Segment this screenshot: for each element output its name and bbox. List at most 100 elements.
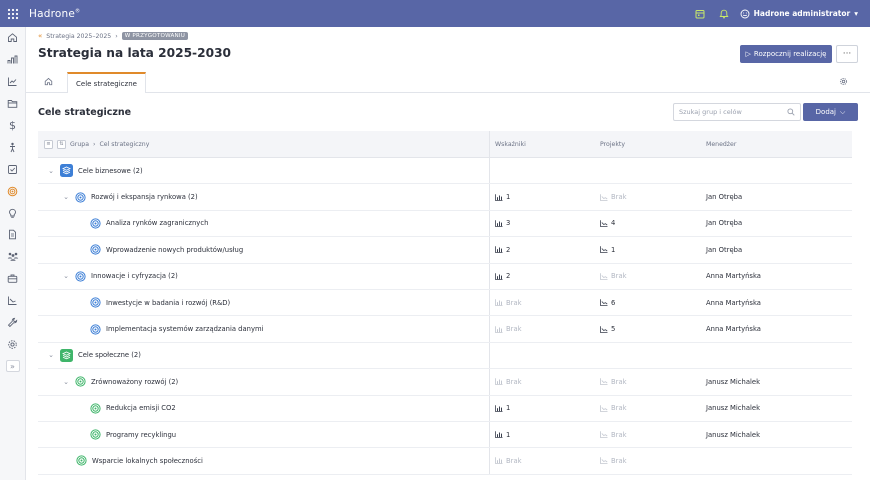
projects-cell[interactable]: Brak xyxy=(600,378,627,386)
add-button[interactable]: Dodaj ⌵ xyxy=(803,103,858,121)
line-chart-icon xyxy=(600,405,608,412)
table-row[interactable]: ⌄ Rozwój i ekspansja rynkowa (2) 1 Brak Jan … xyxy=(38,184,852,211)
expand-sidebar-button[interactable]: » xyxy=(5,360,20,373)
target-icon xyxy=(90,429,101,440)
manager-cell: Janusz Michalek xyxy=(706,377,761,386)
breadcrumb-separator: › xyxy=(115,32,118,40)
column-divider xyxy=(489,421,490,448)
start-realization-button[interactable]: ▷ Rozpocznij realizację xyxy=(740,45,832,63)
row-label[interactable]: Zrównoważony rozwój (2) xyxy=(91,378,178,386)
projects-value: Brak xyxy=(611,404,627,413)
row-label[interactable]: Innowacje i cyfryzacja (2) xyxy=(91,272,178,280)
group-row[interactable]: ⌄ Cele biznesowe (2) xyxy=(38,158,852,185)
table-row[interactable]: Redukcja emisji CO2 1 Brak Janusz Michalek xyxy=(38,395,852,422)
expand-chevron-icon[interactable]: ⌄ xyxy=(62,378,70,386)
indicators-cell[interactable]: Brak xyxy=(495,457,522,465)
indicators-cell[interactable]: 1 xyxy=(495,431,510,439)
apps-grid-icon[interactable] xyxy=(0,0,26,27)
indicators-cell[interactable]: 3 xyxy=(495,219,510,227)
projects-cell[interactable]: 4 xyxy=(600,219,615,227)
projects-value: 6 xyxy=(611,298,616,307)
app-logo[interactable]: Hadrone® xyxy=(29,8,80,20)
row-label[interactable]: Programy recyklingu xyxy=(106,431,176,439)
briefcase-icon[interactable] xyxy=(0,268,25,290)
row-label[interactable]: Wprowadzenie nowych produktów/usług xyxy=(106,246,243,254)
column-divider xyxy=(489,210,490,237)
dollar-icon[interactable]: $ xyxy=(0,115,25,137)
more-button[interactable]: ··· xyxy=(836,45,858,63)
column-divider xyxy=(489,237,490,263)
lightbulb-icon[interactable] xyxy=(0,202,25,224)
checklist-icon[interactable] xyxy=(0,158,25,180)
expand-chevron-icon[interactable]: ⌄ xyxy=(47,351,55,359)
expand-chevron-icon[interactable]: ⌄ xyxy=(62,272,70,280)
table-row[interactable]: Implementacja systemów zarządzania danym… xyxy=(38,316,852,343)
target-icon xyxy=(76,455,87,467)
indicators-cell[interactable]: 2 xyxy=(495,272,510,280)
bar-chart-icon xyxy=(495,325,503,333)
row-label[interactable]: Rozwój i ekspansja rynkowa (2) xyxy=(91,193,198,201)
team-icon[interactable] xyxy=(0,246,25,268)
indicators-cell[interactable]: 1 xyxy=(495,193,510,201)
row-label[interactable]: Cele społeczne (2) xyxy=(78,351,141,359)
table-row[interactable]: Wsparcie lokalnych społeczności Brak Brak xyxy=(38,448,852,475)
column-divider xyxy=(489,342,490,369)
indicators-cell[interactable]: 1 xyxy=(495,404,510,412)
collapse-all-toggle[interactable]: ≡ xyxy=(44,139,53,149)
col-indicators: Wskaźniki xyxy=(495,140,526,148)
back-arrow-icon[interactable]: « xyxy=(38,32,42,40)
row-label[interactable]: Implementacja systemów zarządzania danym… xyxy=(106,325,264,333)
home-icon[interactable] xyxy=(0,27,25,49)
indicators-cell[interactable]: Brak xyxy=(495,299,522,307)
row-label[interactable]: Cele biznesowe (2) xyxy=(78,167,143,175)
projects-cell[interactable]: 6 xyxy=(600,299,615,307)
dashboard-icon[interactable] xyxy=(0,49,25,71)
projects-cell[interactable]: Brak xyxy=(600,404,627,412)
breadcrumb-parent[interactable]: Strategia 2025–2025 xyxy=(46,33,111,40)
table-row[interactable]: Wprowadzenie nowych produktów/usług 2 1 Jan… xyxy=(38,237,852,264)
expand-all-toggle[interactable]: ⇅ xyxy=(57,139,66,149)
settings-icon[interactable] xyxy=(0,333,25,355)
page-title: Strategia na lata 2025-2030 xyxy=(38,46,232,60)
line-chart-icon xyxy=(600,431,608,438)
person-icon[interactable] xyxy=(0,136,25,158)
indicators-cell[interactable]: Brak xyxy=(495,378,522,386)
group-row[interactable]: ⌄ Cele społeczne (2) xyxy=(38,342,852,370)
document-icon[interactable] xyxy=(0,224,25,246)
user-menu[interactable]: Hadrone administrator ▾ xyxy=(740,9,858,19)
chart-line-icon[interactable] xyxy=(0,290,25,312)
chart-icon[interactable] xyxy=(0,71,25,93)
table-row[interactable]: Programy recyklingu 1 Brak Janusz Michalek xyxy=(38,421,852,449)
row-name-cell: Inwestycje w badania i rozwój (R&D) xyxy=(90,297,230,308)
projects-cell[interactable]: Brak xyxy=(600,431,627,439)
tab-strategic-goals[interactable]: Cele strategiczne xyxy=(67,72,146,93)
top-bar: Hadrone® Hadrone administrator ▾ xyxy=(0,0,870,27)
search-input[interactable]: Szukaj grup i celów xyxy=(673,103,801,121)
table-row[interactable]: Inwestycje w badania i rozwój (R&D) Brak 6… xyxy=(38,289,852,317)
row-label[interactable]: Inwestycje w badania i rozwój (R&D) xyxy=(106,299,230,307)
projects-cell[interactable]: Brak xyxy=(600,457,627,465)
indicators-cell[interactable]: Brak xyxy=(495,325,522,333)
expand-chevron-icon[interactable]: ⌄ xyxy=(62,193,70,201)
row-label[interactable]: Redukcja emisji CO2 xyxy=(106,404,176,412)
bell-icon[interactable] xyxy=(712,9,736,19)
projects-cell[interactable]: 5 xyxy=(600,325,615,333)
projects-cell[interactable]: 1 xyxy=(600,246,615,254)
row-label[interactable]: Analiza rynków zagranicznych xyxy=(106,219,208,227)
row-label[interactable]: Wsparcie lokalnych społeczności xyxy=(92,457,203,465)
folder-icon[interactable] xyxy=(0,93,25,115)
manager-cell: Anna Martyńska xyxy=(706,272,761,281)
projects-cell[interactable]: Brak xyxy=(600,272,627,280)
gear-icon[interactable] xyxy=(839,77,848,88)
target-icon[interactable] xyxy=(0,180,25,202)
table-row[interactable]: Analiza rynków zagranicznych 3 4 Jan Otręba xyxy=(38,210,852,238)
tab-home-icon[interactable] xyxy=(44,77,53,88)
table-row[interactable]: ⌄ Zrównoważony rozwój (2) Brak Brak Janusz M… xyxy=(38,369,852,396)
projects-cell[interactable]: Brak xyxy=(600,193,627,201)
indicators-cell[interactable]: 2 xyxy=(495,246,510,254)
indicators-value: Brak xyxy=(506,325,522,334)
table-row[interactable]: ⌄ Innowacje i cyfryzacja (2) 2 Brak Anna Mar… xyxy=(38,263,852,290)
calendar-icon[interactable] xyxy=(688,9,712,19)
expand-chevron-icon[interactable]: ⌄ xyxy=(47,167,55,175)
wrench-icon[interactable] xyxy=(0,312,25,334)
